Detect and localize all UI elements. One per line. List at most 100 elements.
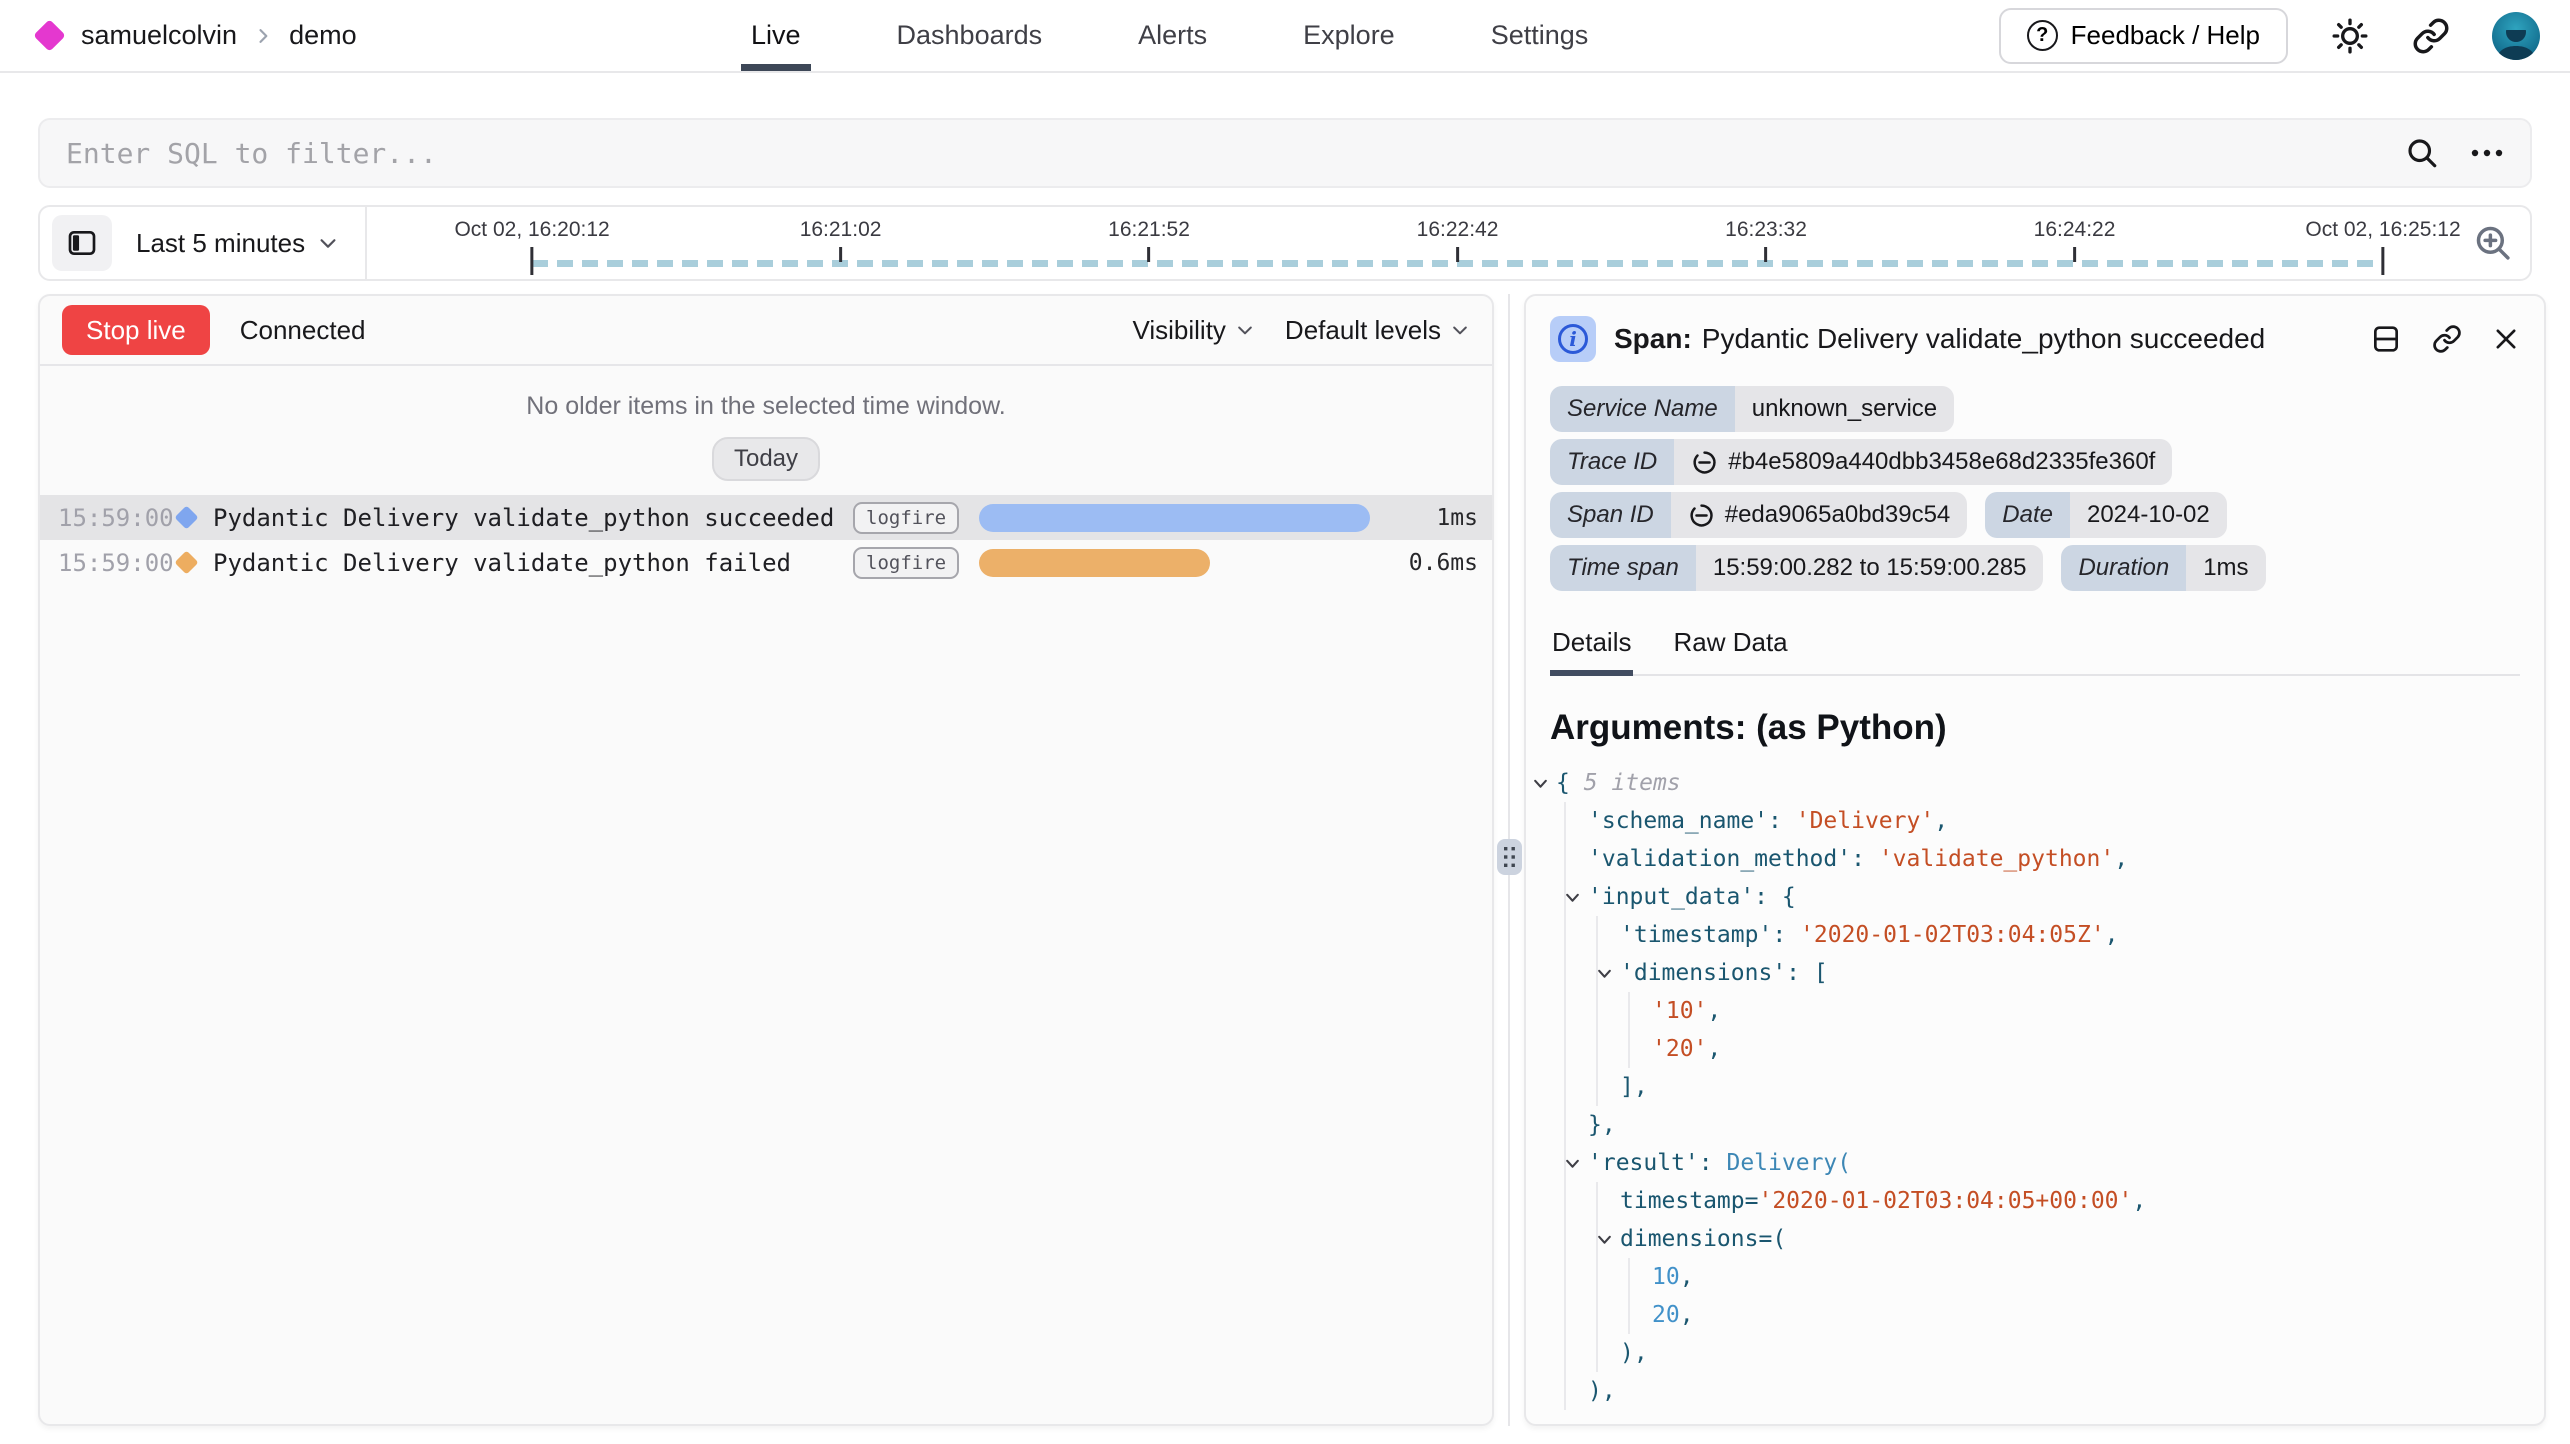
collapse-chevron-icon[interactable]	[1596, 965, 1613, 982]
timeline-tick-mark	[839, 247, 842, 262]
timeline-tick-mark	[1765, 247, 1768, 262]
timeline-tick-label: 16:21:52	[1108, 218, 1190, 242]
logfire-logo-icon	[33, 19, 66, 52]
span-level-chip: i	[1550, 316, 1596, 362]
nav-item-live[interactable]: Live	[745, 0, 807, 71]
code-token: 'Delivery'	[1796, 808, 1934, 834]
level-diamond-icon	[174, 505, 198, 529]
code-line: },	[1550, 1106, 2520, 1144]
feedback-help-button[interactable]: ? Feedback / Help	[1999, 8, 2288, 64]
theme-toggle-button[interactable]	[2330, 16, 2370, 56]
code-token: : [	[1786, 960, 1828, 986]
header-actions: ? Feedback / Help	[1999, 8, 2540, 64]
collapse-chevron-icon[interactable]	[1532, 775, 1549, 792]
live-panel: Stop live Connected Visibility Default l…	[38, 294, 1494, 1426]
breadcrumb: samuelcolvin demo	[38, 20, 357, 51]
duration-bar-track	[979, 504, 1370, 532]
timeline-zoom-button[interactable]	[2472, 222, 2514, 264]
tab-details[interactable]: Details	[1550, 619, 1633, 674]
collapse-chevron-icon[interactable]	[1564, 889, 1581, 906]
dock-panel-icon[interactable]	[2370, 323, 2402, 355]
indent-guide	[1564, 1220, 1566, 1258]
more-options-icon[interactable]	[2470, 147, 2504, 159]
indent-guide	[1596, 1258, 1598, 1296]
code-token: 5 items	[1584, 770, 1681, 796]
main-content: Stop live Connected Visibility Default l…	[38, 294, 2546, 1426]
main-nav: Live Dashboards Alerts Explore Settings	[745, 0, 1594, 71]
indent-guide	[1596, 1068, 1598, 1106]
code-line: 20,	[1550, 1296, 2520, 1334]
code-token: },	[1588, 1112, 1616, 1138]
code-line: 'dimensions': [	[1550, 954, 2520, 992]
code-token: '10'	[1652, 998, 1707, 1024]
user-avatar[interactable]	[2492, 12, 2540, 60]
copy-link-icon[interactable]	[2432, 324, 2462, 354]
badge-row: Trace ID#b4e5809a440dbb3458e68d2335fe360…	[1550, 439, 2520, 485]
indent-guide	[1596, 1030, 1598, 1068]
zoom-in-icon	[2472, 222, 2514, 264]
badge-service-name: Service Nameunknown_service	[1550, 386, 1954, 432]
code-line: 'validation_method': 'validate_python',	[1550, 840, 2520, 878]
timeline-tick-mark	[2382, 247, 2385, 275]
stop-live-button[interactable]: Stop live	[62, 305, 210, 355]
scope-tag-badge[interactable]: logfire	[853, 547, 959, 579]
share-link-button[interactable]	[2412, 17, 2450, 55]
log-row-time: 15:59:00	[58, 504, 170, 532]
link-circle-icon[interactable]	[1688, 502, 1715, 529]
badge-value: 15:59:00.282 to 15:59:00.285	[1696, 545, 2044, 591]
timeline-tick: Oct 02, 16:20:12	[454, 218, 609, 262]
span-detail-panel: i Span:Pydantic Delivery validate_python…	[1524, 294, 2546, 1426]
code-line: '20',	[1550, 1030, 2520, 1068]
close-icon[interactable]	[2492, 325, 2520, 353]
code-token: 'timestamp'	[1620, 922, 1772, 948]
indent-guide	[1564, 1372, 1566, 1410]
nav-item-explore[interactable]: Explore	[1297, 0, 1401, 71]
code-token: ),	[1620, 1340, 1648, 1366]
code-line: 10,	[1550, 1258, 2520, 1296]
today-badge[interactable]: Today	[712, 437, 820, 481]
log-row[interactable]: 15:59:00Pydantic Delivery validate_pytho…	[40, 540, 1492, 585]
code-token: '2020-01-02T03:04:05Z'	[1800, 922, 2105, 948]
panel-resize-handle[interactable]	[1497, 839, 1522, 875]
tab-raw-data[interactable]: Raw Data	[1671, 619, 1789, 674]
timeline-tick-mark	[531, 247, 534, 275]
link-circle-icon[interactable]	[1691, 449, 1718, 476]
log-rows: 15:59:00Pydantic Delivery validate_pytho…	[40, 495, 1492, 585]
code-token: 'validation_method'	[1588, 846, 1851, 872]
badge-value: #eda9065a0bd39c54	[1671, 492, 1968, 538]
timeline-tick-mark	[2073, 247, 2076, 262]
sql-filter-input[interactable]	[66, 137, 2404, 170]
collapse-chevron-icon[interactable]	[1596, 1231, 1613, 1248]
indent-guide	[1564, 1296, 1566, 1334]
code-token: ,	[2132, 1188, 2146, 1214]
indent-guide	[1628, 1258, 1630, 1296]
badge-label: Trace ID	[1550, 439, 1674, 485]
breadcrumb-project[interactable]: demo	[289, 20, 357, 51]
log-row[interactable]: 15:59:00Pydantic Delivery validate_pytho…	[40, 495, 1492, 540]
timeline-tick-label: Oct 02, 16:20:12	[454, 218, 609, 242]
time-range-label: Last 5 minutes	[136, 228, 305, 259]
default-levels-dropdown[interactable]: Default levels	[1285, 315, 1470, 346]
badge-label: Date	[1985, 492, 2070, 538]
code-token: Delivery(	[1726, 1150, 1851, 1176]
collapse-chevron-icon[interactable]	[1564, 1155, 1581, 1172]
indent-guide	[1564, 1106, 1566, 1144]
timeline-tick-label: 16:21:02	[800, 218, 882, 242]
duration-bar-track	[979, 549, 1370, 577]
indent-guide	[1628, 992, 1630, 1030]
search-icon[interactable]	[2404, 135, 2440, 171]
sidebar-toggle-button[interactable]	[52, 215, 112, 271]
breadcrumb-org[interactable]: samuelcolvin	[81, 20, 237, 51]
visibility-dropdown[interactable]: Visibility	[1132, 315, 1254, 346]
code-token: :	[1772, 922, 1800, 948]
timeline[interactable]: Oct 02, 16:20:1216:21:0216:21:5216:22:42…	[367, 207, 2458, 279]
time-range-dropdown[interactable]: Last 5 minutes	[136, 228, 339, 259]
code-token: ,	[2114, 846, 2128, 872]
nav-item-alerts[interactable]: Alerts	[1132, 0, 1213, 71]
nav-item-settings[interactable]: Settings	[1485, 0, 1595, 71]
indent-guide	[1564, 916, 1566, 954]
badge-label: Service Name	[1550, 386, 1735, 432]
scope-tag-badge[interactable]: logfire	[853, 502, 959, 534]
log-row-duration: 0.6ms	[1370, 550, 1478, 576]
nav-item-dashboards[interactable]: Dashboards	[891, 0, 1049, 71]
